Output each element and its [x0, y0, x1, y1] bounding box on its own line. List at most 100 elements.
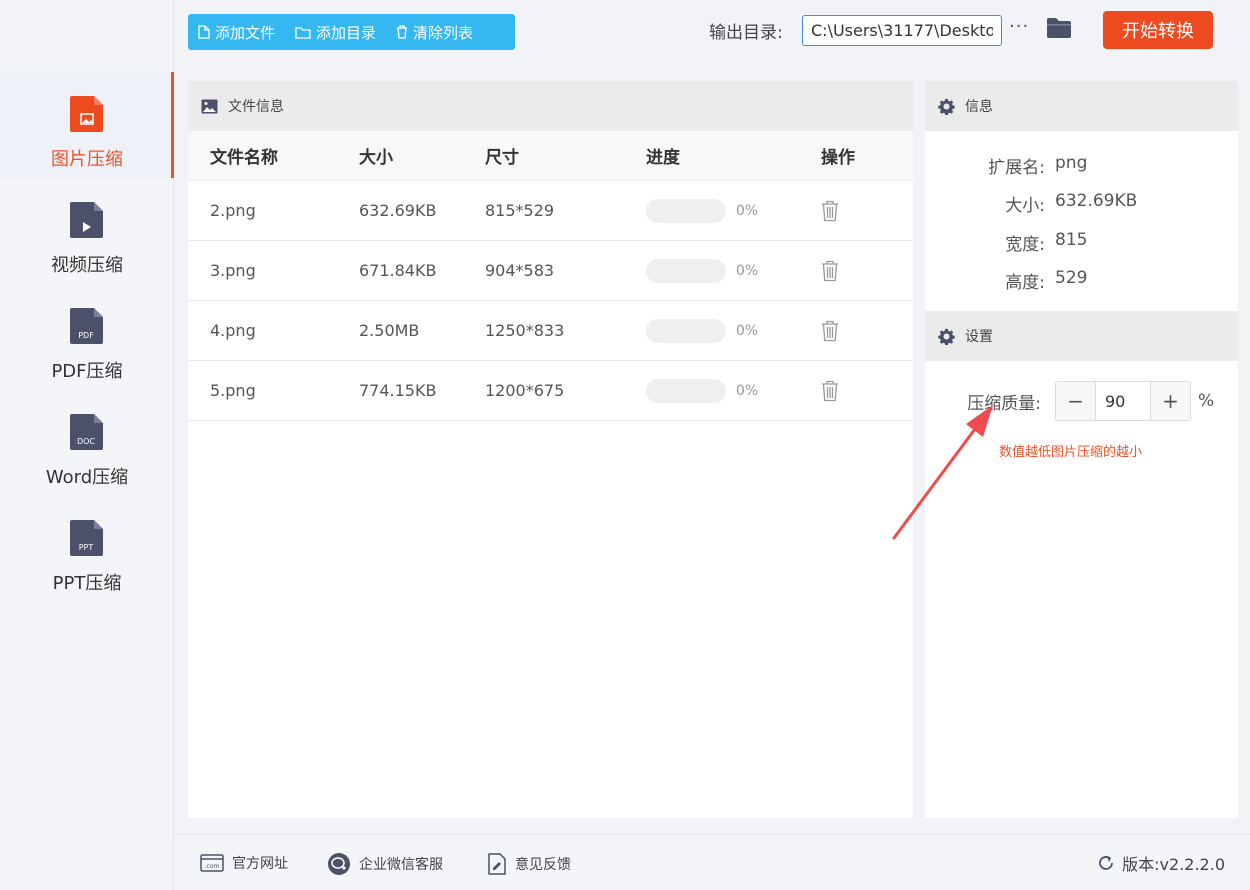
- gear-icon: [938, 98, 955, 115]
- sidebar-item-word-compress[interactable]: DOC Word压缩: [0, 390, 174, 496]
- file-dimensions: 815*529: [485, 201, 555, 220]
- website-link[interactable]: .com 官方网址: [200, 853, 288, 873]
- size-label: 大小:: [1005, 196, 1045, 216]
- quality-decrement-button[interactable]: −: [1056, 382, 1095, 420]
- output-dir-input[interactable]: [802, 15, 1002, 46]
- info-details: 扩展名: png 大小: 632.69KB 宽度: 815 高度: 529: [925, 131, 1238, 311]
- sidebar-item-label: Word压缩: [45, 467, 129, 488]
- delete-icon[interactable]: [821, 200, 839, 222]
- file-icon: [198, 25, 210, 39]
- trash-icon: [396, 25, 408, 39]
- feedback-link[interactable]: 意见反馈: [487, 853, 571, 875]
- sidebar-item-video-compress[interactable]: 视频压缩: [0, 178, 174, 284]
- progress: 0%: [646, 318, 759, 343]
- start-convert-button[interactable]: 开始转换: [1103, 11, 1213, 49]
- settings-panel-header: 设置: [925, 311, 1238, 361]
- width-value: 815: [1055, 230, 1088, 250]
- file-panel-header: 文件信息: [188, 81, 913, 131]
- file-name: 3.png: [210, 261, 256, 280]
- delete-icon[interactable]: [821, 260, 839, 282]
- ext-value: png: [1055, 153, 1088, 173]
- header-dimensions: 尺寸: [485, 148, 519, 168]
- size-value: 632.69KB: [1055, 191, 1138, 211]
- more-options-button[interactable]: ···: [1009, 16, 1029, 37]
- version-info: 版本:v2.2.2.0: [1096, 851, 1225, 875]
- sidebar-item-pdf-compress[interactable]: PDF PDF压缩: [0, 284, 174, 390]
- info-settings-panel: 信息 扩展名: png 大小: 632.69KB 宽度: 815 高度: 529…: [925, 81, 1238, 818]
- version-label: 版本:v2.2.2.0: [1122, 855, 1225, 874]
- quality-label: 压缩质量:: [967, 394, 1041, 414]
- quality-stepper[interactable]: − +: [1055, 381, 1191, 421]
- website-icon: .com: [200, 853, 224, 873]
- feedback-icon: [487, 853, 507, 875]
- image-file-icon: [70, 96, 103, 132]
- file-dimensions: 1200*675: [485, 381, 565, 400]
- video-file-icon: [70, 202, 103, 238]
- wechat-icon: [327, 853, 351, 875]
- header-size: 大小: [359, 148, 393, 168]
- clear-list-label: 清除列表: [413, 23, 474, 42]
- progress: 0%: [646, 198, 759, 223]
- file-size: 774.15KB: [359, 381, 437, 400]
- ppt-file-icon: PPT: [70, 520, 103, 556]
- toolbar: 添加文件 添加目录 清除列表: [188, 14, 515, 50]
- file-size: 671.84KB: [359, 261, 437, 280]
- add-file-label: 添加文件: [215, 23, 276, 42]
- file-name: 2.png: [210, 201, 256, 220]
- file-panel-title: 文件信息: [228, 99, 284, 115]
- wechat-service-link[interactable]: 企业微信客服: [327, 853, 443, 875]
- doc-file-icon: DOC: [70, 414, 103, 450]
- progress: 0%: [646, 258, 759, 283]
- wechat-label: 企业微信客服: [359, 857, 443, 873]
- add-directory-label: 添加目录: [316, 23, 377, 42]
- add-directory-button[interactable]: 添加目录: [285, 14, 386, 50]
- settings-panel-title: 设置: [965, 329, 993, 345]
- table-row[interactable]: 4.png 2.50MB 1250*833 0%: [188, 301, 913, 361]
- width-label: 宽度:: [1005, 235, 1045, 255]
- sidebar-item-label: 视频压缩: [51, 255, 123, 276]
- progress-percent: 0%: [736, 382, 759, 399]
- pdf-badge: PDF: [78, 331, 94, 340]
- info-panel-title: 信息: [965, 99, 993, 115]
- footer: .com 官方网址 企业微信客服 意见反馈 版本:v2.2.2.0: [175, 834, 1250, 890]
- info-panel-header: 信息: [925, 81, 1238, 131]
- table-row[interactable]: 3.png 671.84KB 904*583 0%: [188, 241, 913, 301]
- file-size: 2.50MB: [359, 321, 420, 340]
- file-size: 632.69KB: [359, 201, 437, 220]
- add-file-button[interactable]: 添加文件: [188, 14, 285, 50]
- table-row[interactable]: 5.png 774.15KB 1200*675 0%: [188, 361, 913, 421]
- progress-percent: 0%: [736, 202, 759, 219]
- file-dimensions: 904*583: [485, 261, 555, 280]
- ppt-badge: PPT: [79, 543, 94, 552]
- ext-label: 扩展名:: [988, 158, 1045, 178]
- output-dir-label: 输出目录:: [709, 23, 783, 43]
- clear-list-button[interactable]: 清除列表: [386, 14, 483, 50]
- quality-input[interactable]: [1095, 382, 1151, 420]
- progress-bar: [646, 378, 726, 403]
- sidebar-item-label: PPT压缩: [52, 573, 122, 594]
- progress-percent: 0%: [736, 262, 759, 279]
- website-label: 官方网址: [232, 856, 288, 872]
- file-name: 5.png: [210, 381, 256, 400]
- sidebar-item-label: 图片压缩: [51, 149, 123, 170]
- folder-outline-icon: [295, 26, 311, 39]
- gear-icon: [938, 328, 955, 345]
- progress-bar: [646, 318, 726, 343]
- delete-icon[interactable]: [821, 320, 839, 342]
- sidebar: 图片压缩 视频压缩 PDF PDF压缩 DOC Word压缩 PPT PPT压缩: [0, 0, 174, 890]
- file-list-panel: 文件信息 文件名称 大小 尺寸 进度 操作 2.png 632.69KB 815…: [188, 81, 913, 818]
- table-header: 文件名称 大小 尺寸 进度 操作: [188, 131, 913, 181]
- table-row[interactable]: 2.png 632.69KB 815*529 0%: [188, 181, 913, 241]
- delete-icon[interactable]: [821, 380, 839, 402]
- header-progress: 进度: [646, 148, 680, 168]
- height-value: 529: [1055, 268, 1088, 288]
- quality-hint: 数值越低图片压缩的越小: [999, 445, 1143, 460]
- sidebar-item-image-compress[interactable]: 图片压缩: [0, 72, 174, 178]
- pdf-file-icon: PDF: [70, 308, 103, 344]
- image-icon: [201, 99, 218, 114]
- progress-percent: 0%: [736, 322, 759, 339]
- folder-icon[interactable]: [1046, 17, 1072, 43]
- quality-increment-button[interactable]: +: [1151, 382, 1190, 420]
- sidebar-item-ppt-compress[interactable]: PPT PPT压缩: [0, 496, 174, 602]
- refresh-icon[interactable]: [1096, 853, 1116, 873]
